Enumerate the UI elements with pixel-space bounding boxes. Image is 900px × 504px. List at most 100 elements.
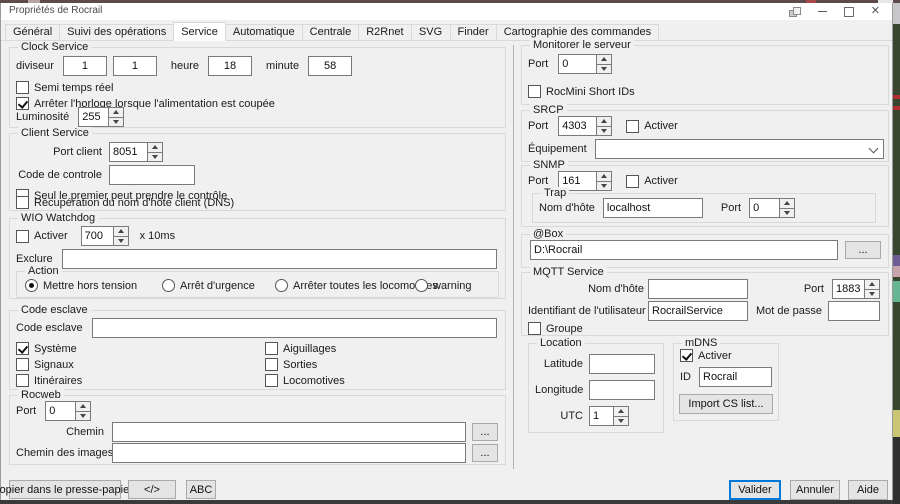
tab-svg[interactable]: SVG bbox=[411, 24, 451, 40]
spin-up-icon[interactable] bbox=[779, 198, 795, 209]
tab-finder[interactable]: Finder bbox=[450, 24, 497, 40]
srcp-activer-checkbox[interactable] bbox=[626, 120, 639, 133]
mdns-id-input[interactable] bbox=[699, 367, 772, 387]
tab-automatique[interactable]: Automatique bbox=[225, 24, 303, 40]
mqtt-user-input[interactable] bbox=[648, 301, 748, 321]
spin-down-icon[interactable] bbox=[596, 127, 612, 137]
arret-urgence-radio[interactable] bbox=[162, 279, 175, 292]
rocmini-checkbox[interactable] bbox=[528, 85, 541, 98]
code-esclave-title: Code esclave bbox=[18, 304, 91, 317]
atbox-browse-button[interactable]: ... bbox=[845, 241, 881, 259]
close-icon[interactable]: ✕ bbox=[871, 6, 880, 17]
spin-down-icon[interactable] bbox=[108, 118, 124, 128]
rocmini-label: RocMini Short IDs bbox=[546, 86, 635, 98]
mqtt-host-input[interactable] bbox=[648, 279, 748, 299]
mqtt-port-stepper[interactable] bbox=[832, 279, 880, 299]
spin-up-icon[interactable] bbox=[613, 406, 629, 417]
longitude-input[interactable] bbox=[589, 380, 655, 400]
spin-up-icon[interactable] bbox=[864, 279, 880, 290]
rocweb-port-stepper[interactable] bbox=[45, 401, 91, 421]
tab-suivi-des-operations[interactable]: Suivi des opérations bbox=[59, 24, 174, 40]
code-de-controle-input[interactable] bbox=[109, 165, 195, 185]
tab-divider-line bbox=[1, 40, 892, 41]
tab-r2rnet[interactable]: R2Rnet bbox=[358, 24, 411, 40]
longitude-label: Longitude bbox=[535, 384, 583, 396]
spin-down-icon[interactable] bbox=[596, 182, 612, 192]
spin-up-icon[interactable] bbox=[113, 226, 129, 237]
diviseur-input-2[interactable] bbox=[113, 56, 157, 76]
locomotives-checkbox[interactable] bbox=[265, 374, 278, 387]
minimize-icon[interactable] bbox=[818, 11, 827, 12]
copy-to-clipboard-button[interactable]: Copier dans le presse-papiers bbox=[9, 480, 121, 499]
minute-input[interactable] bbox=[308, 56, 352, 76]
tab-cartographie[interactable]: Cartographie des commandes bbox=[496, 24, 659, 40]
wio-watchdog-group: WIO Watchdog Activer x 10ms Exclure Acti… bbox=[9, 218, 506, 299]
abc-button[interactable]: ABC bbox=[186, 480, 216, 499]
warning-radio[interactable] bbox=[415, 279, 428, 292]
spin-up-icon[interactable] bbox=[75, 401, 91, 412]
code-esclave-label: Code esclave bbox=[16, 322, 83, 334]
maximize-icon[interactable] bbox=[844, 7, 854, 17]
mqtt-group: MQTT Service Nom d'hôte Port Identifiant… bbox=[521, 272, 889, 336]
watchdog-interval-stepper[interactable] bbox=[81, 226, 129, 246]
spin-down-icon[interactable] bbox=[596, 65, 612, 75]
utc-stepper[interactable] bbox=[589, 406, 629, 426]
arreter-locomotives-radio[interactable] bbox=[275, 279, 288, 292]
port-client-stepper[interactable] bbox=[109, 142, 163, 162]
equipement-dropdown[interactable] bbox=[595, 139, 884, 159]
signaux-checkbox[interactable] bbox=[16, 358, 29, 371]
spin-down-icon[interactable] bbox=[75, 412, 91, 422]
spin-down-icon[interactable] bbox=[147, 153, 163, 163]
trap-host-input[interactable] bbox=[603, 198, 703, 218]
equipement-label: Équipement bbox=[528, 143, 587, 155]
spin-down-icon[interactable] bbox=[613, 417, 629, 427]
import-cs-list-button[interactable]: Import CS list... bbox=[679, 394, 773, 414]
chemin-input[interactable] bbox=[112, 422, 466, 442]
atbox-path-input[interactable] bbox=[530, 240, 838, 260]
mqtt-pass-input[interactable] bbox=[828, 301, 880, 321]
tab-centrale[interactable]: Centrale bbox=[302, 24, 360, 40]
spin-up-icon[interactable] bbox=[596, 171, 612, 182]
aiguillages-checkbox[interactable] bbox=[265, 342, 278, 355]
spin-up-icon[interactable] bbox=[596, 54, 612, 65]
window-restore-icon[interactable] bbox=[789, 7, 801, 17]
background-bottom-strip bbox=[0, 500, 893, 504]
watchdog-activer-checkbox[interactable] bbox=[16, 230, 29, 243]
atbox-group: @Box ... bbox=[521, 234, 889, 268]
spin-down-icon[interactable] bbox=[779, 209, 795, 219]
chemin-images-input[interactable] bbox=[112, 443, 466, 463]
semi-temps-reel-checkbox[interactable] bbox=[16, 81, 29, 94]
exclure-input[interactable] bbox=[62, 249, 497, 269]
tab-service[interactable]: Service bbox=[173, 22, 226, 41]
valider-button[interactable]: Valider bbox=[729, 480, 781, 500]
tab-general[interactable]: Général bbox=[5, 24, 60, 40]
snmp-activer-checkbox[interactable] bbox=[626, 175, 639, 188]
chemin-images-browse-button[interactable]: ... bbox=[472, 444, 498, 462]
mettre-hors-tension-radio[interactable] bbox=[25, 279, 38, 292]
code-view-button[interactable]: </> bbox=[128, 480, 176, 499]
spin-up-icon[interactable] bbox=[596, 116, 612, 127]
spin-up-icon[interactable] bbox=[108, 107, 124, 118]
systeme-checkbox[interactable] bbox=[16, 342, 29, 355]
monitor-port-stepper[interactable] bbox=[558, 54, 612, 74]
itineraires-checkbox[interactable] bbox=[16, 374, 29, 387]
diviseur-input-1[interactable] bbox=[63, 56, 107, 76]
code-esclave-input[interactable] bbox=[92, 318, 497, 338]
dns-checkbox[interactable] bbox=[16, 196, 29, 209]
spin-down-icon[interactable] bbox=[113, 237, 129, 247]
sorties-checkbox[interactable] bbox=[265, 358, 278, 371]
mdns-activer-checkbox[interactable] bbox=[680, 349, 693, 362]
action-title: Action bbox=[25, 265, 62, 278]
heure-input[interactable] bbox=[208, 56, 252, 76]
spin-down-icon[interactable] bbox=[864, 290, 880, 300]
annuler-button[interactable]: Annuler bbox=[790, 480, 840, 500]
aide-button[interactable]: Aide bbox=[848, 480, 888, 500]
groupe-checkbox[interactable] bbox=[528, 322, 541, 335]
latitude-input[interactable] bbox=[589, 354, 655, 374]
chemin-browse-button[interactable]: ... bbox=[472, 423, 498, 441]
spin-up-icon[interactable] bbox=[147, 142, 163, 153]
groupe-label: Groupe bbox=[546, 323, 583, 335]
luminosite-stepper[interactable] bbox=[78, 107, 124, 127]
srcp-port-stepper[interactable] bbox=[558, 116, 612, 136]
trap-port-stepper[interactable] bbox=[749, 198, 795, 218]
